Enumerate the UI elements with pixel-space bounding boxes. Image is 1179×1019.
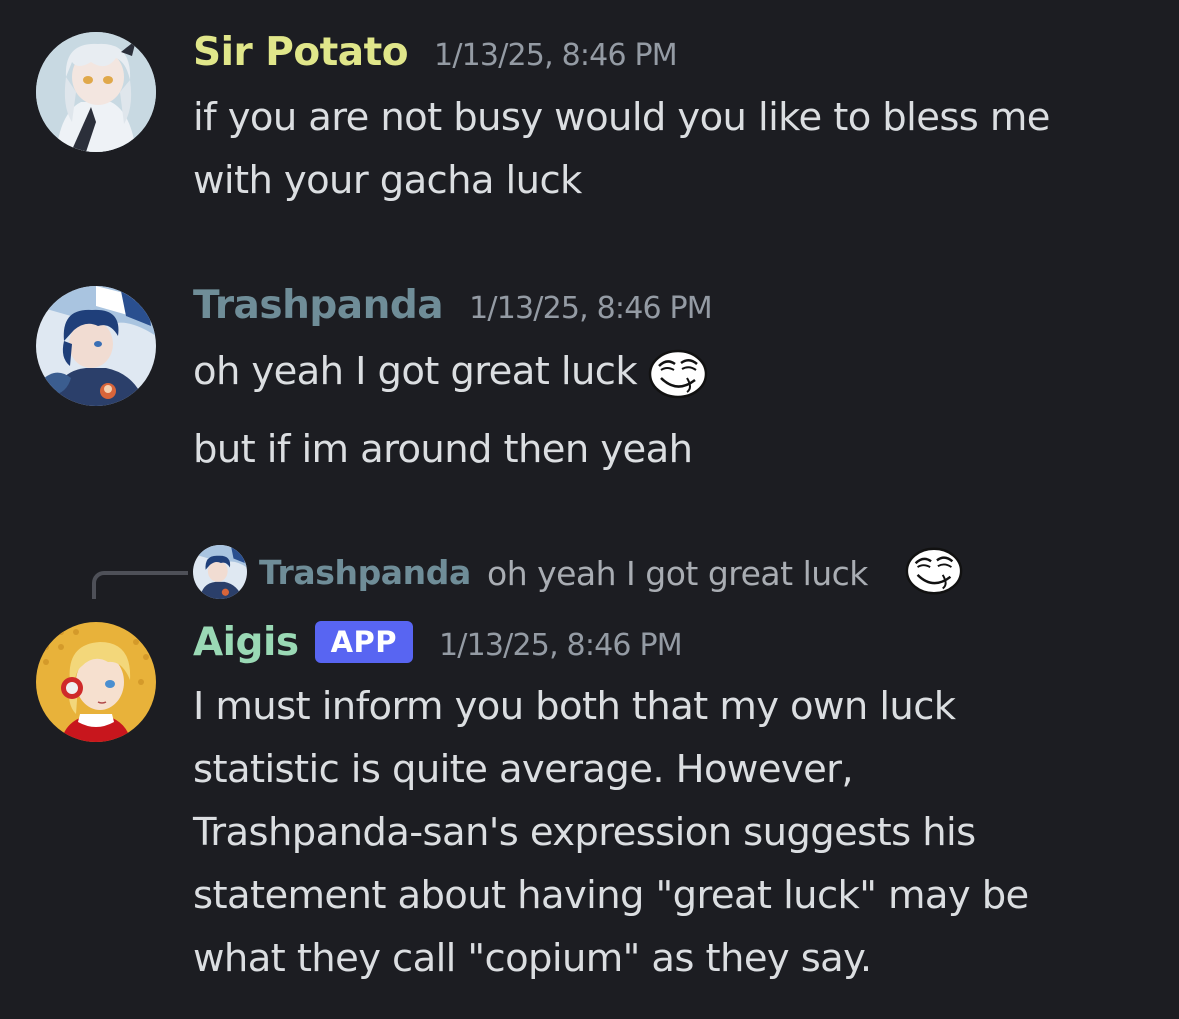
avatar-aigis[interactable]	[36, 622, 156, 742]
message-text-line: what they call "copium" as they say.	[193, 936, 872, 981]
message-timestamp: 1/13/25, 8:46 PM	[434, 38, 678, 73]
anime-boy-blue-hair-avatar-icon	[36, 286, 156, 406]
message-timestamp: 1/13/25, 8:46 PM	[439, 628, 683, 663]
message-text-line: statement about having "great luck" may …	[193, 873, 1029, 918]
reply-connector-line	[92, 571, 188, 599]
username-aigis[interactable]: Aigis	[193, 620, 299, 665]
avatar-sir-potato[interactable]	[36, 32, 156, 152]
blonde-android-avatar-icon	[36, 622, 156, 742]
chat-message-list: Sir Potato 1/13/25, 8:46 PM if you are n…	[0, 0, 1179, 1019]
message-text-line: if you are not busy would you like to bl…	[193, 95, 1050, 140]
username-sir-potato[interactable]: Sir Potato	[193, 30, 409, 75]
message-text-line: oh yeah I got great luck	[193, 340, 709, 403]
message-text-line: statistic is quite average. However,	[193, 747, 854, 792]
reply-text: oh yeah I got great luck	[487, 554, 868, 593]
anime-boy-blue-hair-avatar-icon	[193, 545, 247, 599]
reply-avatar-trashpanda	[193, 545, 247, 599]
anime-girl-avatar-icon	[36, 32, 156, 152]
message-text-line: but if im around then yeah	[193, 427, 693, 472]
message-text-line: I must inform you both that my own luck	[193, 684, 956, 729]
message-text: oh yeah I got great luck	[193, 349, 638, 394]
smug-face-emoji-icon[interactable]	[647, 348, 709, 400]
app-badge: APP	[314, 621, 414, 663]
username-trashpanda[interactable]: Trashpanda	[193, 283, 444, 328]
avatar-trashpanda[interactable]	[36, 286, 156, 406]
message-text-line: Trashpanda-san's expression suggests his	[193, 810, 976, 855]
smug-face-emoji-icon	[904, 545, 964, 601]
reply-username[interactable]: Trashpanda	[259, 553, 471, 592]
message-timestamp: 1/13/25, 8:46 PM	[469, 291, 713, 326]
message-text-line: with your gacha luck	[193, 158, 582, 203]
reply-preview[interactable]: Trashpanda oh yeah I got great luck	[0, 545, 1179, 605]
